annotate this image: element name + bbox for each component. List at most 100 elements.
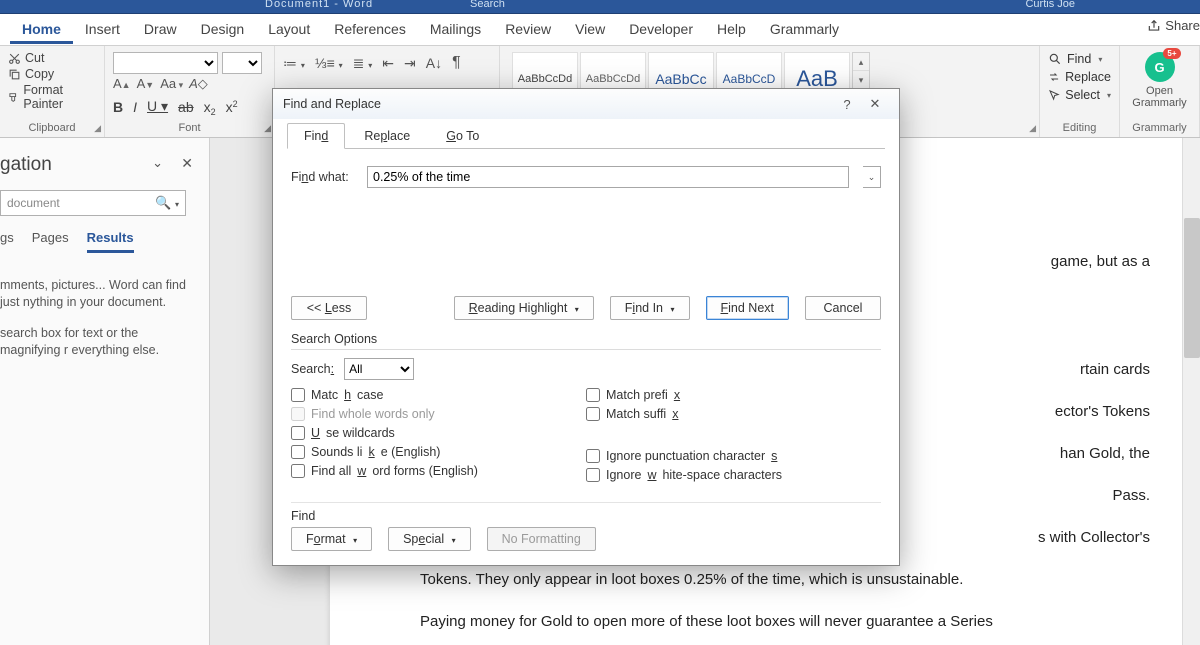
select-button[interactable]: Select▾ — [1048, 86, 1111, 104]
nav-tab-headings[interactable]: gs — [0, 230, 14, 253]
chk-ignore-whitespace[interactable]: Ignore white-space characters — [586, 468, 881, 482]
superscript-button[interactable]: x2 — [226, 99, 238, 115]
subscript-button[interactable]: x2 — [204, 99, 216, 115]
share-button[interactable]: Share — [1147, 18, 1200, 33]
format-painter-button[interactable]: Format Painter — [8, 82, 96, 112]
tab-mailings[interactable]: Mailings — [418, 15, 493, 44]
group-label: Grammarly — [1132, 120, 1186, 137]
find-button[interactable]: Find▾ — [1048, 50, 1111, 68]
body-text[interactable]: Paying money for Gold to open more of th… — [420, 608, 1150, 636]
font-name-combo[interactable] — [113, 52, 218, 74]
find-what-input[interactable] — [367, 166, 849, 188]
chk-wildcards[interactable]: Use wildcards — [291, 426, 586, 440]
group-editing: Find▾ Replace Select▾ Editing — [1040, 46, 1120, 137]
help-icon[interactable]: ? — [833, 97, 861, 112]
tab-grammarly[interactable]: Grammarly — [758, 15, 851, 44]
nav-tab-pages[interactable]: Pages — [32, 230, 69, 253]
reading-highlight-button[interactable]: Reading Highlight ▾ — [454, 296, 594, 320]
tab-home[interactable]: Home — [10, 15, 73, 44]
chk-whole-words: Find whole words only — [291, 407, 586, 421]
group-label: Clipboard — [8, 120, 96, 137]
search-direction-select[interactable]: All — [344, 358, 414, 380]
group-label: Font — [113, 120, 266, 137]
find-what-label: Find what: — [291, 170, 353, 184]
tab-design[interactable]: Design — [189, 15, 257, 44]
grow-font-button[interactable]: A▲ — [113, 76, 131, 92]
tab-draw[interactable]: Draw — [132, 15, 189, 44]
group-font: A▲ A▼ Aa ▾ A◇ B I U ▾ ab x2 x2 Font ◢ — [105, 46, 275, 137]
close-icon[interactable]: ✕ — [181, 155, 193, 172]
cursor-icon — [1048, 88, 1060, 102]
nav-search-input[interactable]: document 🔍 ▾ — [0, 190, 186, 216]
find-history-dropdown[interactable]: ⌄ — [863, 166, 881, 188]
tab-find[interactable]: Find — [287, 123, 345, 149]
cut-icon — [8, 52, 21, 65]
find-next-button[interactable]: Find Next — [706, 296, 790, 320]
chk-match-suffix[interactable]: Match suffix — [586, 407, 881, 421]
tab-view[interactable]: View — [563, 15, 617, 44]
underline-button[interactable]: U ▾ — [147, 98, 168, 115]
dialog-titlebar[interactable]: Find and Replace ? ✕ — [273, 89, 899, 119]
italic-button[interactable]: I — [133, 99, 137, 115]
find-in-button[interactable]: Find In ▾ — [610, 296, 690, 320]
show-marks-button[interactable]: ¶ — [452, 54, 461, 72]
tab-help[interactable]: Help — [705, 15, 758, 44]
search-options-heading: Search Options — [291, 332, 881, 350]
chk-sounds-like[interactable]: Sounds like (English) — [291, 445, 586, 459]
navigation-pane: gation ⌄ ✕ document 🔍 ▾ gs Pages Results… — [0, 138, 210, 645]
account-name[interactable]: Curtis Joe — [1025, 0, 1075, 10]
nav-tab-results[interactable]: Results — [87, 230, 134, 253]
chevron-down-icon[interactable]: ⌄ — [152, 155, 163, 171]
tab-developer[interactable]: Developer — [617, 15, 705, 44]
nav-title: gation — [0, 148, 209, 186]
cancel-button[interactable]: Cancel — [805, 296, 881, 320]
chk-match-prefix[interactable]: Match prefix — [586, 388, 881, 402]
copy-icon — [8, 68, 21, 81]
increase-indent-button[interactable]: ⇥ — [404, 55, 416, 72]
tab-goto[interactable]: Go To — [429, 123, 496, 149]
dialog-launcher-icon[interactable]: ◢ — [94, 123, 101, 134]
scrollbar-thumb[interactable] — [1184, 218, 1200, 358]
strike-button[interactable]: ab — [178, 99, 194, 115]
body-text[interactable]: Tokens. They only appear in loot boxes 0… — [420, 566, 1150, 594]
tab-review[interactable]: Review — [493, 15, 563, 44]
numbering-button[interactable]: ⅓≡ ▾ — [315, 55, 343, 71]
search-hint[interactable]: Search — [470, 0, 505, 10]
chk-word-forms[interactable]: Find all word forms (English) — [291, 464, 586, 478]
chk-match-case[interactable]: Match case — [291, 388, 586, 402]
sort-button[interactable]: A↓ — [426, 55, 442, 71]
cut-button[interactable]: Cut — [8, 50, 96, 66]
chk-ignore-punct[interactable]: Ignore punctuation characters — [586, 449, 881, 463]
format-button[interactable]: Format ▾ — [291, 527, 372, 551]
group-label: Editing — [1048, 120, 1111, 137]
search-icon — [1048, 52, 1062, 66]
replace-icon — [1048, 70, 1060, 84]
tab-insert[interactable]: Insert — [73, 15, 132, 44]
close-icon[interactable]: ✕ — [861, 96, 889, 112]
nav-search-placeholder: document — [7, 196, 60, 210]
grammarly-icon[interactable]: G5+ — [1145, 52, 1175, 82]
bullets-button[interactable]: ≔ ▾ — [283, 55, 305, 72]
less-button[interactable]: << Less — [291, 296, 367, 320]
bold-button[interactable]: B — [113, 99, 123, 115]
search-icon[interactable]: 🔍 ▾ — [155, 195, 179, 211]
nav-hint-text: search box for text or the magnifying r … — [0, 325, 209, 359]
multilevel-button[interactable]: ≣ ▾ — [353, 55, 373, 72]
special-button[interactable]: Special ▾ — [388, 527, 471, 551]
font-size-combo[interactable] — [222, 52, 262, 74]
share-label: Share — [1165, 18, 1200, 33]
dialog-launcher-icon[interactable]: ◢ — [264, 123, 271, 134]
dialog-launcher-icon[interactable]: ◢ — [1029, 123, 1036, 134]
change-case-button[interactable]: Aa ▾ — [160, 76, 183, 92]
tab-references[interactable]: References — [322, 15, 418, 44]
replace-button[interactable]: Replace — [1048, 68, 1111, 86]
clear-format-button[interactable]: A◇ — [189, 76, 208, 92]
tab-layout[interactable]: Layout — [256, 15, 322, 44]
shrink-font-button[interactable]: A▼ — [137, 76, 155, 92]
tab-replace[interactable]: Replace — [347, 123, 427, 149]
decrease-indent-button[interactable]: ⇤ — [382, 55, 394, 72]
scrollbar-vertical[interactable] — [1182, 138, 1200, 645]
copy-button[interactable]: Copy — [8, 66, 96, 82]
no-formatting-button: No Formatting — [487, 527, 596, 551]
grammarly-badge: 5+ — [1163, 48, 1180, 59]
